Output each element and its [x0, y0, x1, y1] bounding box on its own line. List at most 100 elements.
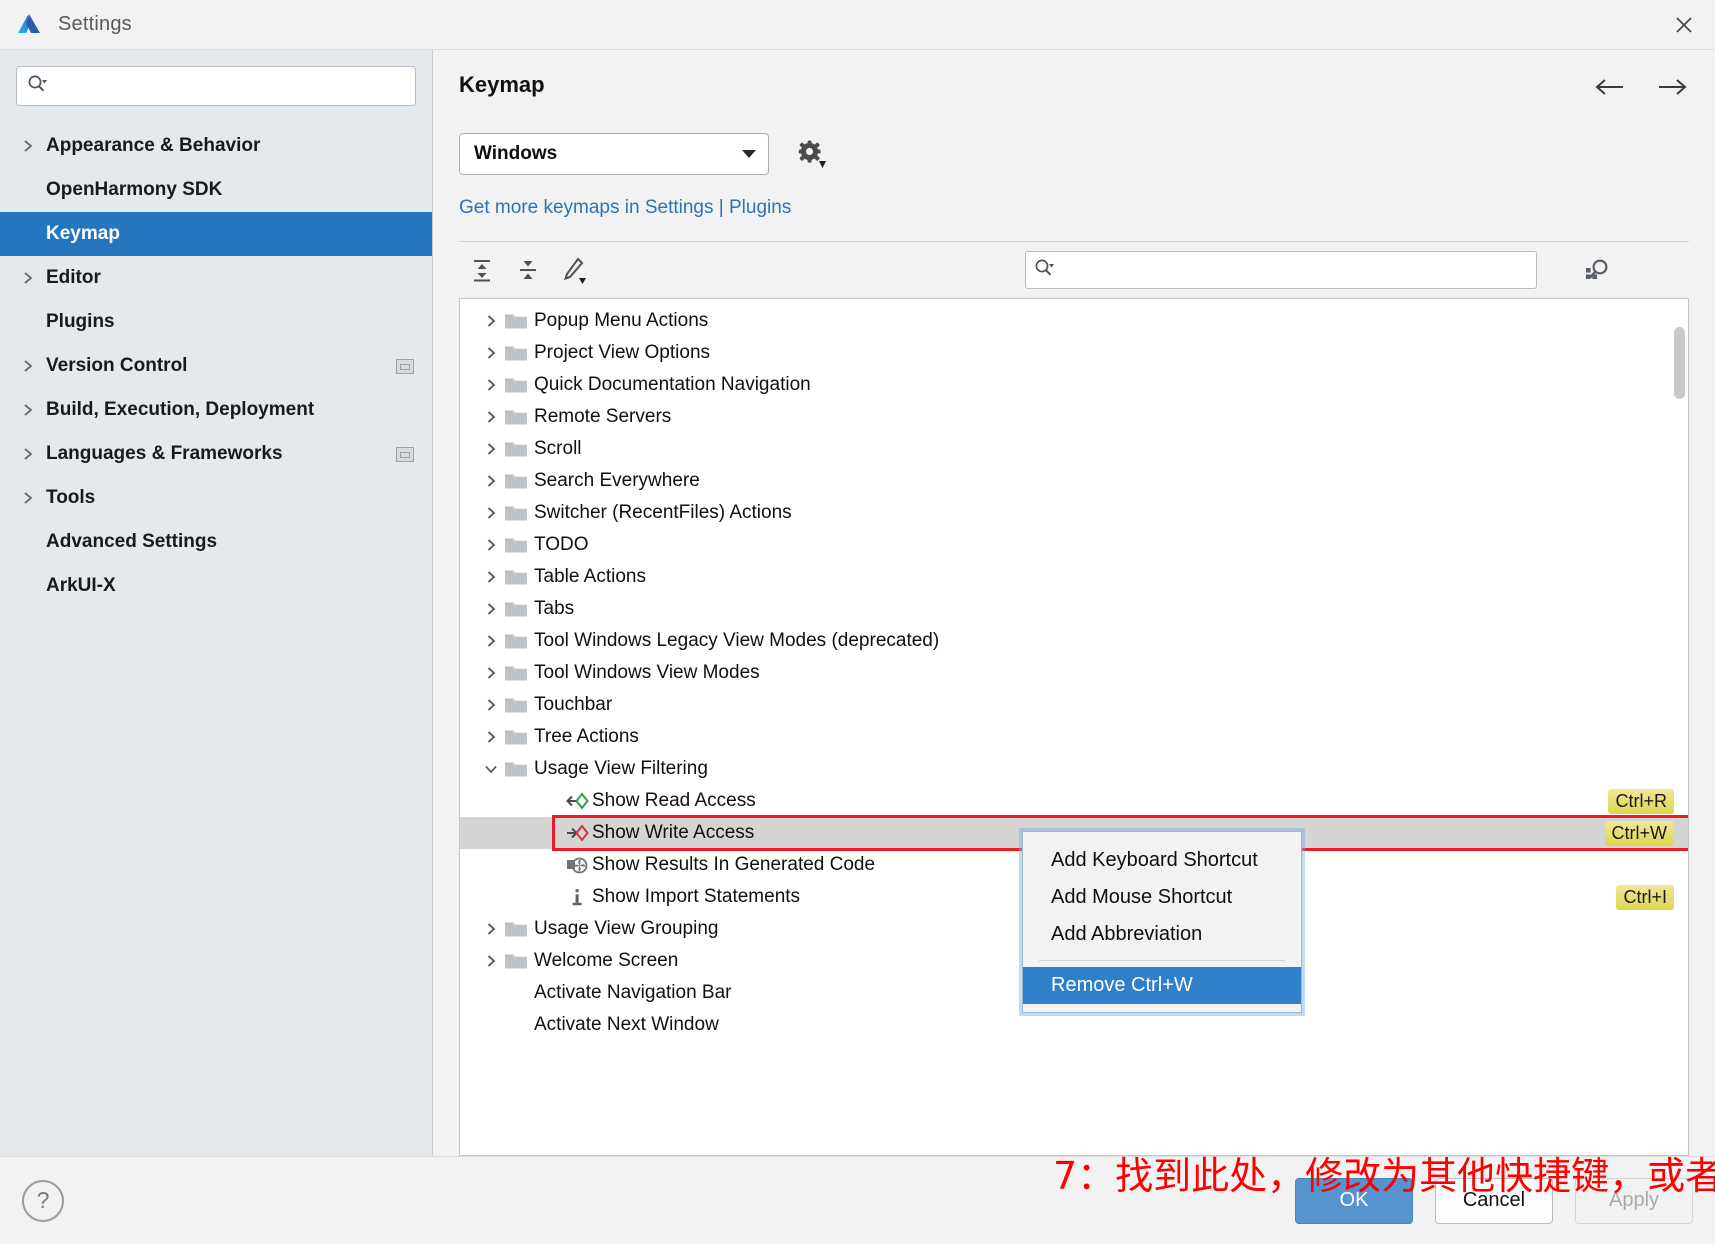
tree-row-label: Show Read Access — [592, 790, 756, 811]
chevron-right-icon[interactable] — [478, 505, 504, 521]
search-icon — [1034, 258, 1056, 283]
tree-row-label: Activate Next Window — [534, 1014, 719, 1035]
keymap-select[interactable]: Windows — [459, 133, 769, 175]
folder-icon — [504, 631, 534, 651]
chevron-right-icon[interactable] — [478, 377, 504, 393]
tree-row[interactable]: Activate Next Window — [460, 1009, 1688, 1041]
context-menu[interactable]: Add Keyboard Shortcut Add Mouse Shortcut A… — [1022, 831, 1302, 1013]
sidebar-item-advanced-settings[interactable]: Advanced Settings — [0, 520, 432, 564]
shortcut-badge: Ctrl+I — [1616, 884, 1674, 910]
sidebar-item-editor[interactable]: Editor — [0, 256, 432, 300]
chevron-right-icon[interactable] — [478, 569, 504, 585]
chevron-right-icon — [22, 138, 46, 154]
chevron-right-icon[interactable] — [478, 537, 504, 553]
tree-row[interactable]: Search Everywhere — [460, 465, 1688, 497]
expand-all-icon[interactable] — [459, 250, 505, 290]
search-icon — [27, 74, 49, 99]
tree-row[interactable]: Touchbar — [460, 689, 1688, 721]
tree-row[interactable]: Popup Menu Actions — [460, 305, 1688, 337]
folder-icon — [504, 311, 534, 331]
folder-icon — [504, 759, 534, 779]
plugins-link-line: Get more keymaps in Settings | Plugins — [459, 197, 1689, 219]
help-button[interactable]: ? — [22, 1179, 64, 1222]
chevron-right-icon[interactable] — [478, 601, 504, 617]
tree-row-label: Touchbar — [534, 694, 613, 715]
action-search-box[interactable] — [1025, 251, 1537, 289]
sidebar-item-label: ArkUI-X — [46, 575, 116, 596]
sidebar-item-appearance-behavior[interactable]: Appearance & Behavior — [0, 124, 432, 168]
app-logo-icon — [14, 10, 44, 40]
project-scope-icon — [396, 358, 414, 374]
sidebar-search-input[interactable] — [55, 77, 405, 95]
context-menu-item[interactable]: Remove Ctrl+W — [1023, 967, 1301, 1004]
tree-row-label: Popup Menu Actions — [534, 310, 709, 331]
sidebar-item-tools[interactable]: Tools — [0, 476, 432, 520]
tree-row-label: Tabs — [534, 598, 575, 619]
tree-row-label: Activate Navigation Bar — [534, 982, 732, 1003]
tree-row[interactable]: Quick Documentation Navigation — [460, 369, 1688, 401]
tree-row[interactable]: Tabs — [460, 593, 1688, 625]
chevron-right-icon — [22, 358, 46, 374]
sidebar-item-arkui-x[interactable]: ArkUI-X — [0, 564, 432, 608]
context-menu-item[interactable]: Add Mouse Shortcut — [1023, 879, 1301, 916]
context-menu-item[interactable]: Add Keyboard Shortcut — [1023, 842, 1301, 879]
tree-row[interactable]: Project View Options — [460, 337, 1688, 369]
chevron-right-icon[interactable] — [478, 313, 504, 329]
tree-row[interactable]: Switcher (RecentFiles) Actions — [460, 497, 1688, 529]
chevron-right-icon[interactable] — [478, 953, 504, 969]
chevron-right-icon[interactable] — [478, 665, 504, 681]
chevron-right-icon[interactable] — [478, 441, 504, 457]
sidebar-item-keymap[interactable]: Keymap — [0, 212, 432, 256]
chevron-right-icon — [22, 490, 46, 506]
find-by-shortcut-icon[interactable] — [1577, 250, 1617, 290]
action-info-icon — [562, 886, 592, 908]
chevron-right-icon — [22, 402, 46, 418]
sidebar-item-label: Appearance & Behavior — [46, 135, 261, 156]
collapse-all-icon[interactable] — [505, 250, 551, 290]
tree-row[interactable]: Scroll — [460, 433, 1688, 465]
tree-row-label: Project View Options — [534, 342, 711, 363]
folder-icon — [504, 503, 534, 523]
gear-icon[interactable] — [795, 138, 827, 170]
folder-icon — [504, 343, 534, 363]
arrow-right-icon[interactable] — [1655, 76, 1689, 103]
chevron-right-icon[interactable] — [478, 697, 504, 713]
action-tree[interactable]: Popup Menu Actions Project View Options Qu… — [459, 298, 1689, 1156]
close-icon[interactable] — [1667, 8, 1701, 42]
tree-row[interactable]: Remote Servers — [460, 401, 1688, 433]
chevron-right-icon[interactable] — [478, 345, 504, 361]
chevron-right-icon[interactable] — [478, 409, 504, 425]
context-menu-item[interactable]: Add Abbreviation — [1023, 916, 1301, 953]
shortcut-badge: Ctrl+W — [1604, 820, 1674, 846]
folder-icon — [504, 727, 534, 747]
tree-row[interactable]: TODO — [460, 529, 1688, 561]
tree-row[interactable]: Tree Actions — [460, 721, 1688, 753]
chevron-right-icon[interactable] — [478, 729, 504, 745]
chevron-right-icon[interactable] — [478, 633, 504, 649]
tree-row[interactable]: Tool Windows Legacy View Modes (deprecat… — [460, 625, 1688, 657]
sidebar-item-languages-frameworks[interactable]: Languages & Frameworks — [0, 432, 432, 476]
project-scope-icon — [396, 446, 414, 462]
chevron-right-icon — [22, 446, 46, 462]
sidebar-item-build-execution-deployment[interactable]: Build, Execution, Deployment — [0, 388, 432, 432]
tree-scrollbar[interactable] — [1674, 327, 1685, 399]
arrow-left-icon[interactable] — [1593, 76, 1627, 103]
tree-row[interactable]: Show Read Access Ctrl+R — [460, 785, 1688, 817]
chevron-right-icon[interactable] — [478, 473, 504, 489]
sidebar-item-label: Languages & Frameworks — [46, 443, 283, 464]
sidebar-item-plugins[interactable]: Plugins — [0, 300, 432, 344]
chevron-right-icon[interactable] — [478, 921, 504, 937]
sidebar-search-box[interactable] — [16, 66, 416, 106]
sidebar-item-openharmony-sdk[interactable]: OpenHarmony SDK — [0, 168, 432, 212]
sidebar-item-version-control[interactable]: Version Control — [0, 344, 432, 388]
action-write-icon — [562, 822, 592, 844]
get-more-keymaps-link[interactable]: Get more keymaps in Settings | Plugins — [459, 197, 791, 218]
tree-row[interactable]: Usage View Filtering — [460, 753, 1688, 785]
tree-row[interactable]: Table Actions — [460, 561, 1688, 593]
settings-dialog: Settings Appearance & Behavior OpenHarmo… — [0, 0, 1715, 1244]
tree-row-label: Tool Windows View Modes — [534, 662, 760, 683]
action-search-input[interactable] — [1056, 261, 1528, 279]
edit-pencil-icon[interactable] — [551, 250, 597, 290]
tree-row[interactable]: Tool Windows View Modes — [460, 657, 1688, 689]
chevron-down-icon[interactable] — [478, 763, 504, 775]
